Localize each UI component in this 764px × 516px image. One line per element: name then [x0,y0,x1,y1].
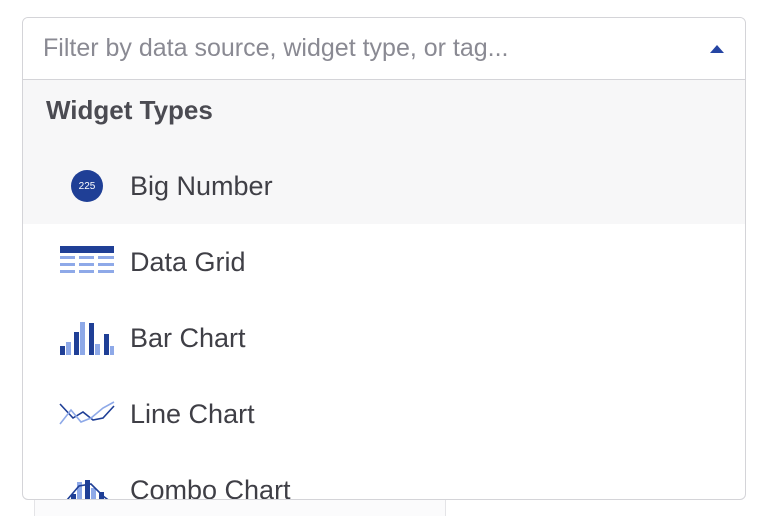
filter-row [23,18,745,80]
filter-input[interactable] [23,18,683,79]
widget-list: Widget Types 225 Big Number Data Grid Ba… [23,80,745,500]
list-item-label: Line Chart [130,398,255,429]
list-item-data-grid[interactable]: Data Grid [23,224,745,300]
group-header: Widget Types [23,80,745,148]
list-item-label: Combo Chart [130,474,291,500]
list-item-label: Data Grid [130,246,246,277]
list-item-combo-chart[interactable]: Combo Chart [23,452,745,500]
widget-type-dropdown: Widget Types 225 Big Number [22,17,746,500]
big-number-icon: 225 [59,166,115,206]
list-item-label: Big Number [130,170,273,201]
line-chart-icon [59,394,115,434]
page: Widget Types 225 Big Number [0,0,764,516]
combo-chart-icon [59,470,115,499]
collapse-toggle-button[interactable] [703,36,731,62]
bar-chart-icon [59,318,115,358]
list-item-label: Bar Chart [130,322,246,353]
list-item-bar-chart[interactable]: Bar Chart [23,300,745,376]
list-item-line-chart[interactable]: Line Chart [23,376,745,452]
big-number-icon-text: 225 [71,170,103,202]
list-item-big-number[interactable]: 225 Big Number [23,148,745,224]
data-grid-icon [59,242,115,282]
group-title: Widget Types [46,95,213,125]
caret-up-icon [710,45,724,53]
